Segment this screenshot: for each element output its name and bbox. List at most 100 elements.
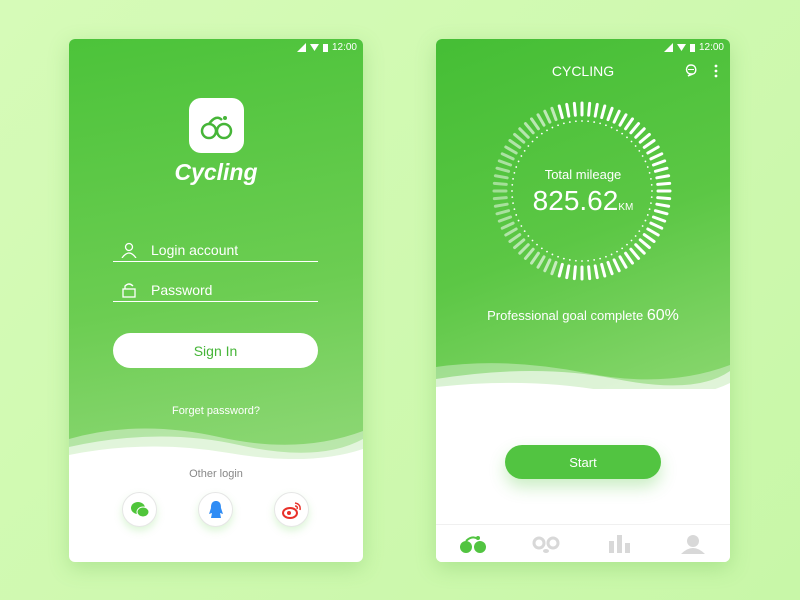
ring-dot: [616, 250, 618, 253]
ring-dot: [599, 257, 602, 260]
ring-dot: [610, 126, 613, 129]
ring-dot: [551, 253, 554, 256]
ring-dot: [527, 235, 530, 237]
ring-dot: [562, 257, 565, 260]
wave-decoration: [436, 363, 730, 417]
ring-dot: [593, 121, 596, 123]
other-login-label: Other login: [189, 468, 243, 480]
wifi-icon: [309, 43, 319, 51]
ring-tick: [606, 106, 614, 122]
ring-dot: [520, 225, 523, 227]
ring-tick: [504, 227, 518, 237]
ring-tick: [612, 109, 621, 124]
ring-dot: [621, 247, 624, 250]
ring-tick: [543, 258, 552, 273]
sign-in-button[interactable]: Sign In: [113, 333, 318, 368]
ring-dot: [536, 243, 538, 246]
route-icon: [532, 536, 560, 553]
ring-dot: [546, 250, 548, 253]
login-account-input[interactable]: Login account: [113, 238, 318, 262]
status-bar: 12:00: [69, 39, 363, 55]
ring-tick: [629, 247, 641, 260]
mileage-unit: KM: [618, 202, 634, 213]
ring-tick: [523, 247, 535, 260]
ring-dot: [641, 225, 644, 227]
ring-tick: [638, 132, 651, 144]
profile-icon: [681, 534, 706, 554]
lock-icon: [122, 282, 136, 298]
stats-icon: [608, 534, 630, 553]
ring-tick: [638, 238, 651, 250]
ring-tick: [587, 101, 592, 117]
ring-dot: [568, 259, 571, 261]
ring-tick: [642, 233, 656, 243]
goal-percent: 60%: [646, 307, 679, 324]
ring-dot: [546, 129, 548, 132]
app-name: Cycling: [174, 159, 258, 185]
ring-tick: [508, 139, 522, 149]
nav-route[interactable]: [510, 525, 584, 562]
ring-tick: [513, 238, 526, 250]
status-time: 12:00: [331, 41, 357, 53]
ring-dot: [540, 132, 543, 135]
total-mileage-label: Total mileage: [544, 167, 622, 182]
ring-tick: [593, 102, 599, 118]
ring-tick: [642, 139, 656, 149]
ring-dot: [626, 136, 628, 139]
more-options-icon[interactable]: [714, 64, 718, 78]
ring-dot: [551, 126, 554, 129]
ring-dot: [517, 160, 520, 163]
ring-dot: [531, 140, 534, 143]
ring-tick: [649, 152, 664, 161]
ring-tick: [557, 104, 564, 120]
weibo-login-button[interactable]: [274, 492, 309, 527]
ring-tick: [606, 260, 614, 276]
signal-icon: [663, 42, 673, 52]
ring-tick: [518, 243, 530, 255]
forgot-password-link[interactable]: Forget password?: [69, 405, 363, 417]
nav-profile[interactable]: [657, 525, 731, 562]
ring-tick: [572, 101, 577, 117]
ring-dot: [520, 155, 523, 157]
password-input[interactable]: Password: [113, 278, 318, 302]
ring-dot: [634, 235, 637, 237]
start-button[interactable]: Start: [505, 445, 661, 479]
qq-login-button[interactable]: [198, 492, 233, 527]
ring-tick: [651, 159, 667, 167]
ring-dot: [562, 122, 565, 125]
account-placeholder: Login account: [151, 241, 239, 258]
wechat-icon: [130, 501, 149, 517]
ring-dot: [610, 253, 613, 256]
status-bar: 12:00: [436, 39, 730, 55]
ring-dot: [527, 145, 530, 147]
ring-dot: [587, 259, 590, 262]
ring-tick: [600, 262, 607, 278]
ring-dot: [557, 255, 559, 258]
mileage-number: 825.62: [532, 185, 619, 216]
nav-cycling[interactable]: [436, 525, 510, 562]
ring-tick: [523, 122, 535, 135]
app-logo: [189, 98, 244, 153]
bottom-nav: [436, 524, 730, 562]
ring-tick: [500, 221, 515, 230]
ring-tick: [618, 255, 628, 269]
ring-dot: [531, 239, 534, 242]
weibo-icon: [281, 501, 301, 519]
ring-dot: [581, 260, 583, 262]
ring-dot: [523, 230, 526, 233]
ring-dot: [587, 120, 590, 123]
ring-dot: [630, 140, 633, 143]
ring-dot: [536, 136, 538, 139]
message-icon[interactable]: [684, 64, 698, 77]
dashboard-screen: 12:00 CYCLING Total mileage 825.62KM Pro…: [436, 39, 730, 562]
wechat-login-button[interactable]: [122, 492, 157, 527]
ring-tick: [500, 152, 515, 161]
ring-tick: [646, 145, 660, 155]
password-placeholder: Password: [151, 281, 213, 298]
nav-stats[interactable]: [583, 525, 657, 562]
ring-dot: [641, 155, 644, 157]
ring-tick: [624, 117, 634, 131]
ring-dot: [599, 122, 602, 125]
ring-dot: [626, 243, 628, 246]
ring-dot: [638, 230, 641, 233]
